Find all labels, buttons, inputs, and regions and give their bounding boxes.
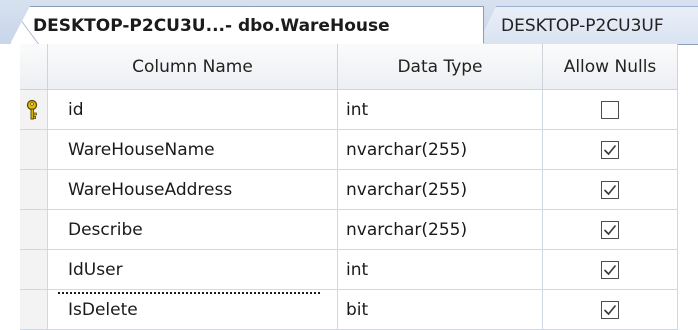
key-icon [26, 99, 37, 119]
data-type-cell[interactable]: int [338, 250, 543, 290]
table-row[interactable]: WareHouseAddress nvarchar(255) [20, 170, 698, 210]
allow-nulls-checkbox[interactable] [601, 220, 619, 239]
editor-left-margin [0, 44, 21, 330]
table-row[interactable]: WareHouseName nvarchar(255) [20, 130, 698, 170]
new-column-name-cell[interactable] [58, 282, 320, 294]
column-name-cell[interactable]: WareHouseName [48, 130, 338, 170]
row-selector-header[interactable] [20, 44, 48, 90]
row-selector[interactable] [20, 250, 48, 290]
data-type-cell[interactable]: bit [338, 290, 543, 330]
allow-nulls-header: Allow Nulls [543, 44, 678, 90]
column-name-cell[interactable]: Describe [48, 210, 338, 250]
row-selector[interactable] [20, 170, 48, 210]
allow-nulls-cell [543, 290, 678, 330]
table-designer: DESKTOP-P2CU3U...- dbo.WareHouse DESKTOP… [0, 0, 698, 330]
grid-header-row: Column Name Data Type Allow Nulls [20, 44, 698, 90]
allow-nulls-checkbox[interactable] [601, 140, 619, 159]
allow-nulls-cell [543, 210, 678, 250]
column-name-cell[interactable]: IsDelete [48, 290, 338, 330]
table-row[interactable]: IsDelete bit [20, 290, 698, 330]
row-selector[interactable] [20, 290, 48, 330]
data-type-cell[interactable]: nvarchar(255) [338, 170, 543, 210]
tab-other-document[interactable]: DESKTOP-P2CU3UF [478, 6, 698, 44]
allow-nulls-cell [543, 130, 678, 170]
allow-nulls-cell [543, 170, 678, 210]
tab-warehouse-design[interactable]: DESKTOP-P2CU3U...- dbo.WareHouse [10, 6, 484, 44]
data-type-header: Data Type [338, 44, 543, 90]
column-name-header: Column Name [48, 44, 338, 90]
data-type-cell[interactable]: nvarchar(255) [338, 130, 543, 170]
row-selector[interactable] [20, 90, 48, 130]
allow-nulls-checkbox[interactable] [601, 180, 619, 199]
column-name-cell[interactable]: WareHouseAddress [48, 170, 338, 210]
data-type-cell[interactable]: int [338, 90, 543, 130]
checkmark-icon [603, 224, 617, 235]
checkmark-icon [603, 184, 617, 195]
column-name-cell[interactable]: id [48, 90, 338, 130]
row-selector[interactable] [20, 130, 48, 170]
row-selector[interactable] [20, 210, 48, 250]
allow-nulls-checkbox[interactable] [601, 300, 619, 319]
data-type-cell[interactable]: nvarchar(255) [338, 210, 543, 250]
checkmark-icon [603, 304, 617, 315]
table-row[interactable]: Describe nvarchar(255) [20, 210, 698, 250]
allow-nulls-checkbox[interactable] [601, 100, 619, 119]
allow-nulls-checkbox[interactable] [601, 260, 619, 279]
document-tab-strip: DESKTOP-P2CU3U...- dbo.WareHouse DESKTOP… [0, 0, 698, 45]
table-row[interactable]: id int [20, 90, 698, 130]
checkmark-icon [603, 264, 617, 275]
allow-nulls-cell [543, 90, 678, 130]
allow-nulls-cell [543, 250, 678, 290]
checkmark-icon [603, 144, 617, 155]
